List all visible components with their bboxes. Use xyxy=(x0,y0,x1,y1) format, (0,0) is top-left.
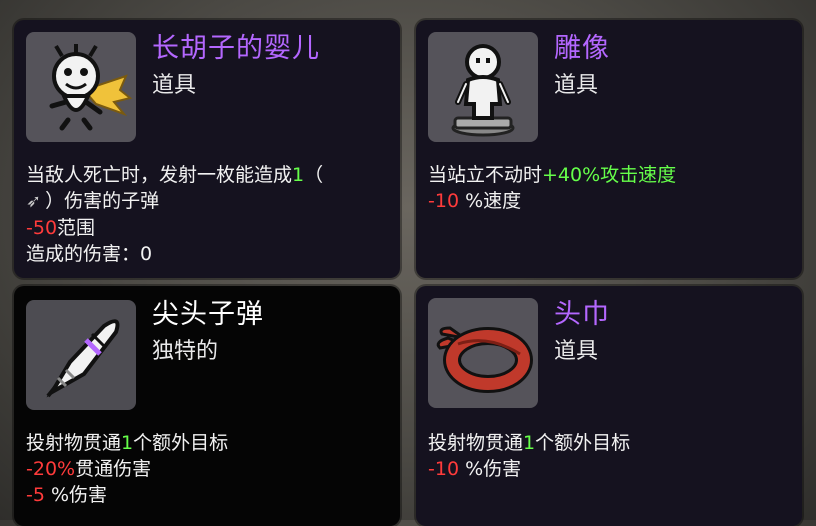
stat-value: 1 xyxy=(292,164,305,186)
effect-line: 当站立不动时+40%攻击速度 xyxy=(428,164,677,186)
damage-dealt-line: 造成的伤害：0 xyxy=(26,243,153,265)
stat-value: 1 xyxy=(121,432,134,454)
item-title: 雕像 xyxy=(554,33,610,64)
effect-line: 当敌人死亡时，发射一枚能造成1（ xyxy=(26,164,324,186)
item-card-bandana[interactable]: 头巾 道具 投射物贯通1个额外目标 -10 %伤害 xyxy=(416,286,802,526)
item-description: 投射物贯通1个额外目标 -10 %伤害 xyxy=(428,430,792,482)
bandana-icon xyxy=(428,298,538,408)
effect-line: 投射物贯通1个额外目标 xyxy=(428,432,631,454)
stat-value: -50 xyxy=(26,217,58,239)
statue-icon xyxy=(428,32,538,142)
stat-line: -10 %伤害 xyxy=(428,458,522,480)
effect-line: 投射物贯通1个额外目标 xyxy=(26,432,229,454)
item-description: 投射物贯通1个额外目标 -20%贯通伤害 -5 %伤害 xyxy=(26,430,390,508)
stat-line: -5 %伤害 xyxy=(26,484,108,506)
item-rarity: 道具 xyxy=(554,339,599,364)
bearded-baby-icon xyxy=(26,32,136,142)
item-rarity: 道具 xyxy=(152,73,197,98)
item-title: 尖头子弹 xyxy=(152,299,264,330)
item-description: 当敌人死亡时，发射一枚能造成1（ ➶ ）伤害的子弹 -50范围 造成的伤害：0 xyxy=(26,162,390,267)
stat-value: -5 xyxy=(26,484,45,506)
item-rarity: 道具 xyxy=(554,73,599,98)
stat-value: -10 xyxy=(428,458,460,480)
stat-value: -10 xyxy=(428,190,460,212)
stat-value: +40%攻击速度 xyxy=(542,164,677,186)
stat-line: -20%贯通伤害 xyxy=(26,458,152,480)
stat-line: -10 %速度 xyxy=(428,190,522,212)
item-rarity: 独特的 xyxy=(152,339,219,364)
item-card-pointed-bullet[interactable]: 尖头子弹 独特的 投射物贯通1个额外目标 -20%贯通伤害 -5 %伤害 xyxy=(14,286,400,526)
bullet-arrow-icon: ➶ xyxy=(26,191,42,212)
stat-line: -50范围 xyxy=(26,217,96,239)
item-card-bearded-baby[interactable]: 长胡子的婴儿 道具 当敌人死亡时，发射一枚能造成1（ ➶ ）伤害的子弹 -50范围… xyxy=(14,20,400,278)
item-card-statue[interactable]: 雕像 道具 当站立不动时+40%攻击速度 -10 %速度 xyxy=(416,20,802,278)
stat-value: -20% xyxy=(26,458,76,480)
item-title: 长胡子的婴儿 xyxy=(152,33,320,64)
item-title: 头巾 xyxy=(554,299,610,330)
item-description: 当站立不动时+40%攻击速度 -10 %速度 xyxy=(428,162,792,214)
pointed-bullet-icon xyxy=(26,300,136,410)
effect-line: ➶ ）伤害的子弹 xyxy=(26,188,390,215)
stat-value: 1 xyxy=(523,432,536,454)
